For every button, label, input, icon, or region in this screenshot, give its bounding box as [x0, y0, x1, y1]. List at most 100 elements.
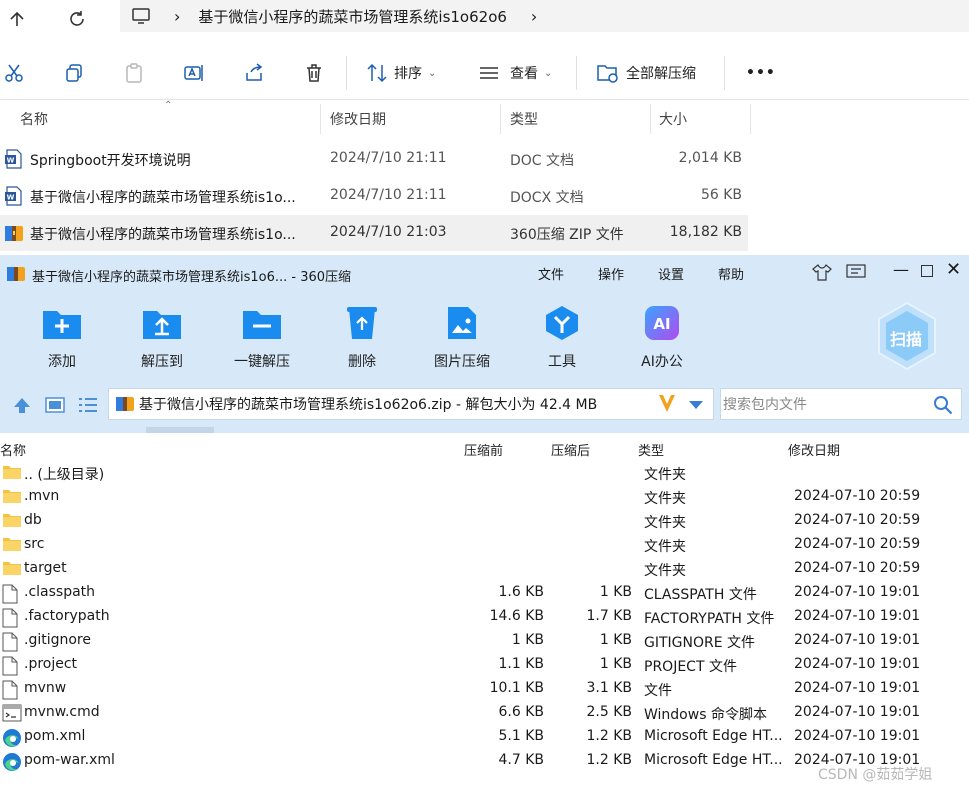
search-icon[interactable]: [933, 395, 953, 415]
refresh-icon[interactable]: [62, 4, 92, 34]
table-row[interactable]: .gitignore 1 KB 1 KB GITIGNORE 文件 2024-07-10…: [0, 629, 969, 653]
cell-date: 2024-07-10 19:01: [794, 704, 921, 720]
cell-type: FACTORYPATH 文件: [644, 611, 775, 627]
close-icon[interactable]: ✕: [946, 259, 961, 280]
cell-date: 2024-07-10 20:59: [794, 536, 921, 552]
file-name: 基于微信小程序的蔬菜市场管理系统is1o...: [30, 227, 296, 243]
column-header-before[interactable]: 压缩前: [464, 440, 503, 459]
table-row[interactable]: .mvn 文件夹 2024-07-10 20:59: [0, 485, 969, 509]
zip-icon: [4, 223, 24, 247]
cell-after: 1.2 KB: [586, 752, 633, 768]
cell-date: 2024-07-10 19:01: [794, 584, 921, 600]
menu-help[interactable]: 帮助: [718, 264, 744, 283]
folder-icon: [2, 560, 22, 580]
cell-name: src: [24, 536, 45, 552]
menu-operation[interactable]: 操作: [598, 264, 624, 283]
column-header-name[interactable]: 名称: [20, 104, 48, 134]
breadcrumb[interactable]: › 基于微信小程序的蔬菜市场管理系统is1o62o6 ›: [120, 0, 969, 32]
file-date: 2024/7/10 21:11: [330, 187, 447, 203]
maximize-icon[interactable]: [921, 265, 933, 277]
cell-date: 2024-07-10 19:01: [794, 728, 921, 744]
cut-icon[interactable]: [4, 58, 24, 88]
extract-to-button[interactable]: 解压到: [122, 305, 202, 375]
rename-icon[interactable]: [184, 58, 204, 88]
image-compress-button[interactable]: 图片压缩: [422, 305, 502, 375]
dropdown-triangle-icon[interactable]: [689, 401, 703, 409]
cell-type: 文件夹: [644, 539, 686, 555]
cmd-script-icon: [2, 704, 22, 726]
table-row[interactable]: target 文件夹 2024-07-10 20:59: [0, 557, 969, 581]
divider: [500, 104, 501, 134]
cell-before: 1.1 KB: [498, 656, 545, 672]
cell-before: 10.1 KB: [489, 680, 544, 696]
cell-date: 2024-07-10 20:59: [794, 488, 921, 504]
table-row[interactable]: pom.xml 5.1 KB 1.2 KB Microsoft Edge HT... 2…: [0, 725, 969, 749]
column-header-type[interactable]: 类型: [638, 440, 664, 459]
tools-button[interactable]: 工具: [522, 305, 602, 375]
view-button[interactable]: 查看 ⌄: [478, 58, 552, 88]
archive-search-input[interactable]: 搜索包内文件: [720, 388, 962, 420]
paste-icon[interactable]: [124, 58, 144, 88]
table-row[interactable]: src 文件夹 2024-07-10 20:59: [0, 533, 969, 557]
one-click-extract-button[interactable]: 一键解压: [222, 305, 302, 375]
table-row[interactable]: .factorypath 14.6 KB 1.7 KB FACTORYPATH 文件 2…: [0, 605, 969, 629]
copy-icon[interactable]: [64, 58, 84, 88]
chevron-right-icon: ›: [530, 6, 538, 26]
menu-settings[interactable]: 设置: [658, 264, 684, 283]
list-view-icon[interactable]: [78, 397, 98, 417]
table-row[interactable]: db 文件夹 2024-07-10 20:59: [0, 509, 969, 533]
share-icon[interactable]: [244, 58, 264, 88]
table-row[interactable]: .classpath 1.6 KB 1 KB CLASSPATH 文件 2024-07-…: [0, 581, 969, 605]
file-size: 2,014 KB: [678, 150, 742, 166]
more-options-icon[interactable]: •••: [746, 58, 776, 88]
up-arrow-icon[interactable]: [2, 4, 32, 34]
image-compress-icon: [448, 307, 476, 339]
delete-icon[interactable]: [304, 58, 324, 88]
cell-name: .mvn: [24, 488, 60, 504]
cell-after: 1 KB: [599, 584, 632, 600]
cell-date: 2024-07-10 20:59: [794, 512, 921, 528]
cell-name: .classpath: [24, 584, 96, 600]
menu-file[interactable]: 文件: [538, 264, 564, 283]
file-size: 56 KB: [700, 187, 742, 203]
file-row[interactable]: W Springboot开发环境说明 2024/7/10 21:11 DOC 文…: [0, 141, 748, 177]
cell-type: Microsoft Edge HT...: [644, 728, 783, 744]
scan-button[interactable]: 扫描: [876, 301, 938, 371]
column-header-size[interactable]: 大小: [659, 104, 687, 134]
extract-folder-icon: [596, 62, 620, 84]
column-header-name[interactable]: 名称: [0, 440, 26, 459]
cell-name: mvnw.cmd: [24, 704, 100, 720]
table-row[interactable]: mvnw 10.1 KB 3.1 KB 文件 2024-07-10 19:01: [0, 677, 969, 701]
word-icon: W: [5, 149, 23, 173]
ai-office-button[interactable]: AI AI办公: [622, 305, 702, 375]
breadcrumb-folder[interactable]: 基于微信小程序的蔬菜市场管理系统is1o62o6: [198, 6, 507, 27]
scrollbar-thumb[interactable]: [146, 427, 214, 433]
column-header-after[interactable]: 压缩后: [551, 440, 590, 459]
table-row[interactable]: mvnw.cmd 6.6 KB 2.5 KB Windows 命令脚本 2024-07-…: [0, 701, 969, 725]
archive-path-field[interactable]: 基于微信小程序的蔬菜市场管理系统is1o62o6.zip - 解包大小为 42.…: [108, 388, 714, 420]
cell-name: pom.xml: [24, 728, 86, 744]
delete-button[interactable]: 删除: [322, 305, 402, 375]
column-header-type[interactable]: 类型: [510, 104, 538, 134]
cell-name: .. (上级目录): [24, 467, 105, 483]
folder-icon: [2, 512, 22, 532]
up-level-icon[interactable]: [12, 396, 32, 418]
cell-date: 2024-07-10 19:01: [794, 656, 921, 672]
column-header-date[interactable]: 修改日期: [788, 440, 840, 459]
feedback-icon[interactable]: [846, 264, 866, 284]
skin-shirt-icon[interactable]: [812, 263, 832, 285]
sort-label: 排序: [394, 66, 422, 82]
extract-all-button[interactable]: 全部解压缩: [596, 58, 696, 88]
column-header-date[interactable]: 修改日期: [330, 104, 386, 134]
table-row[interactable]: .. (上级目录) 文件夹: [0, 461, 969, 485]
thumbnail-view-icon[interactable]: [45, 397, 65, 417]
sort-button[interactable]: 排序 ⌄: [366, 58, 436, 88]
add-button[interactable]: 添加: [22, 305, 102, 375]
cell-name: .factorypath: [24, 608, 110, 624]
one-click-extract-label: 一键解压: [234, 354, 290, 370]
file-row[interactable]: W 基于微信小程序的蔬菜市场管理系统is1o... 2024/7/10 21:1…: [0, 178, 748, 214]
table-row[interactable]: .project 1.1 KB 1 KB PROJECT 文件 2024-07-10 1…: [0, 653, 969, 677]
minimize-icon[interactable]: —: [893, 260, 909, 279]
file-row-selected[interactable]: 基于微信小程序的蔬菜市场管理系统is1o... 2024/7/10 21:03 …: [0, 215, 748, 251]
cell-before: 6.6 KB: [498, 704, 545, 720]
